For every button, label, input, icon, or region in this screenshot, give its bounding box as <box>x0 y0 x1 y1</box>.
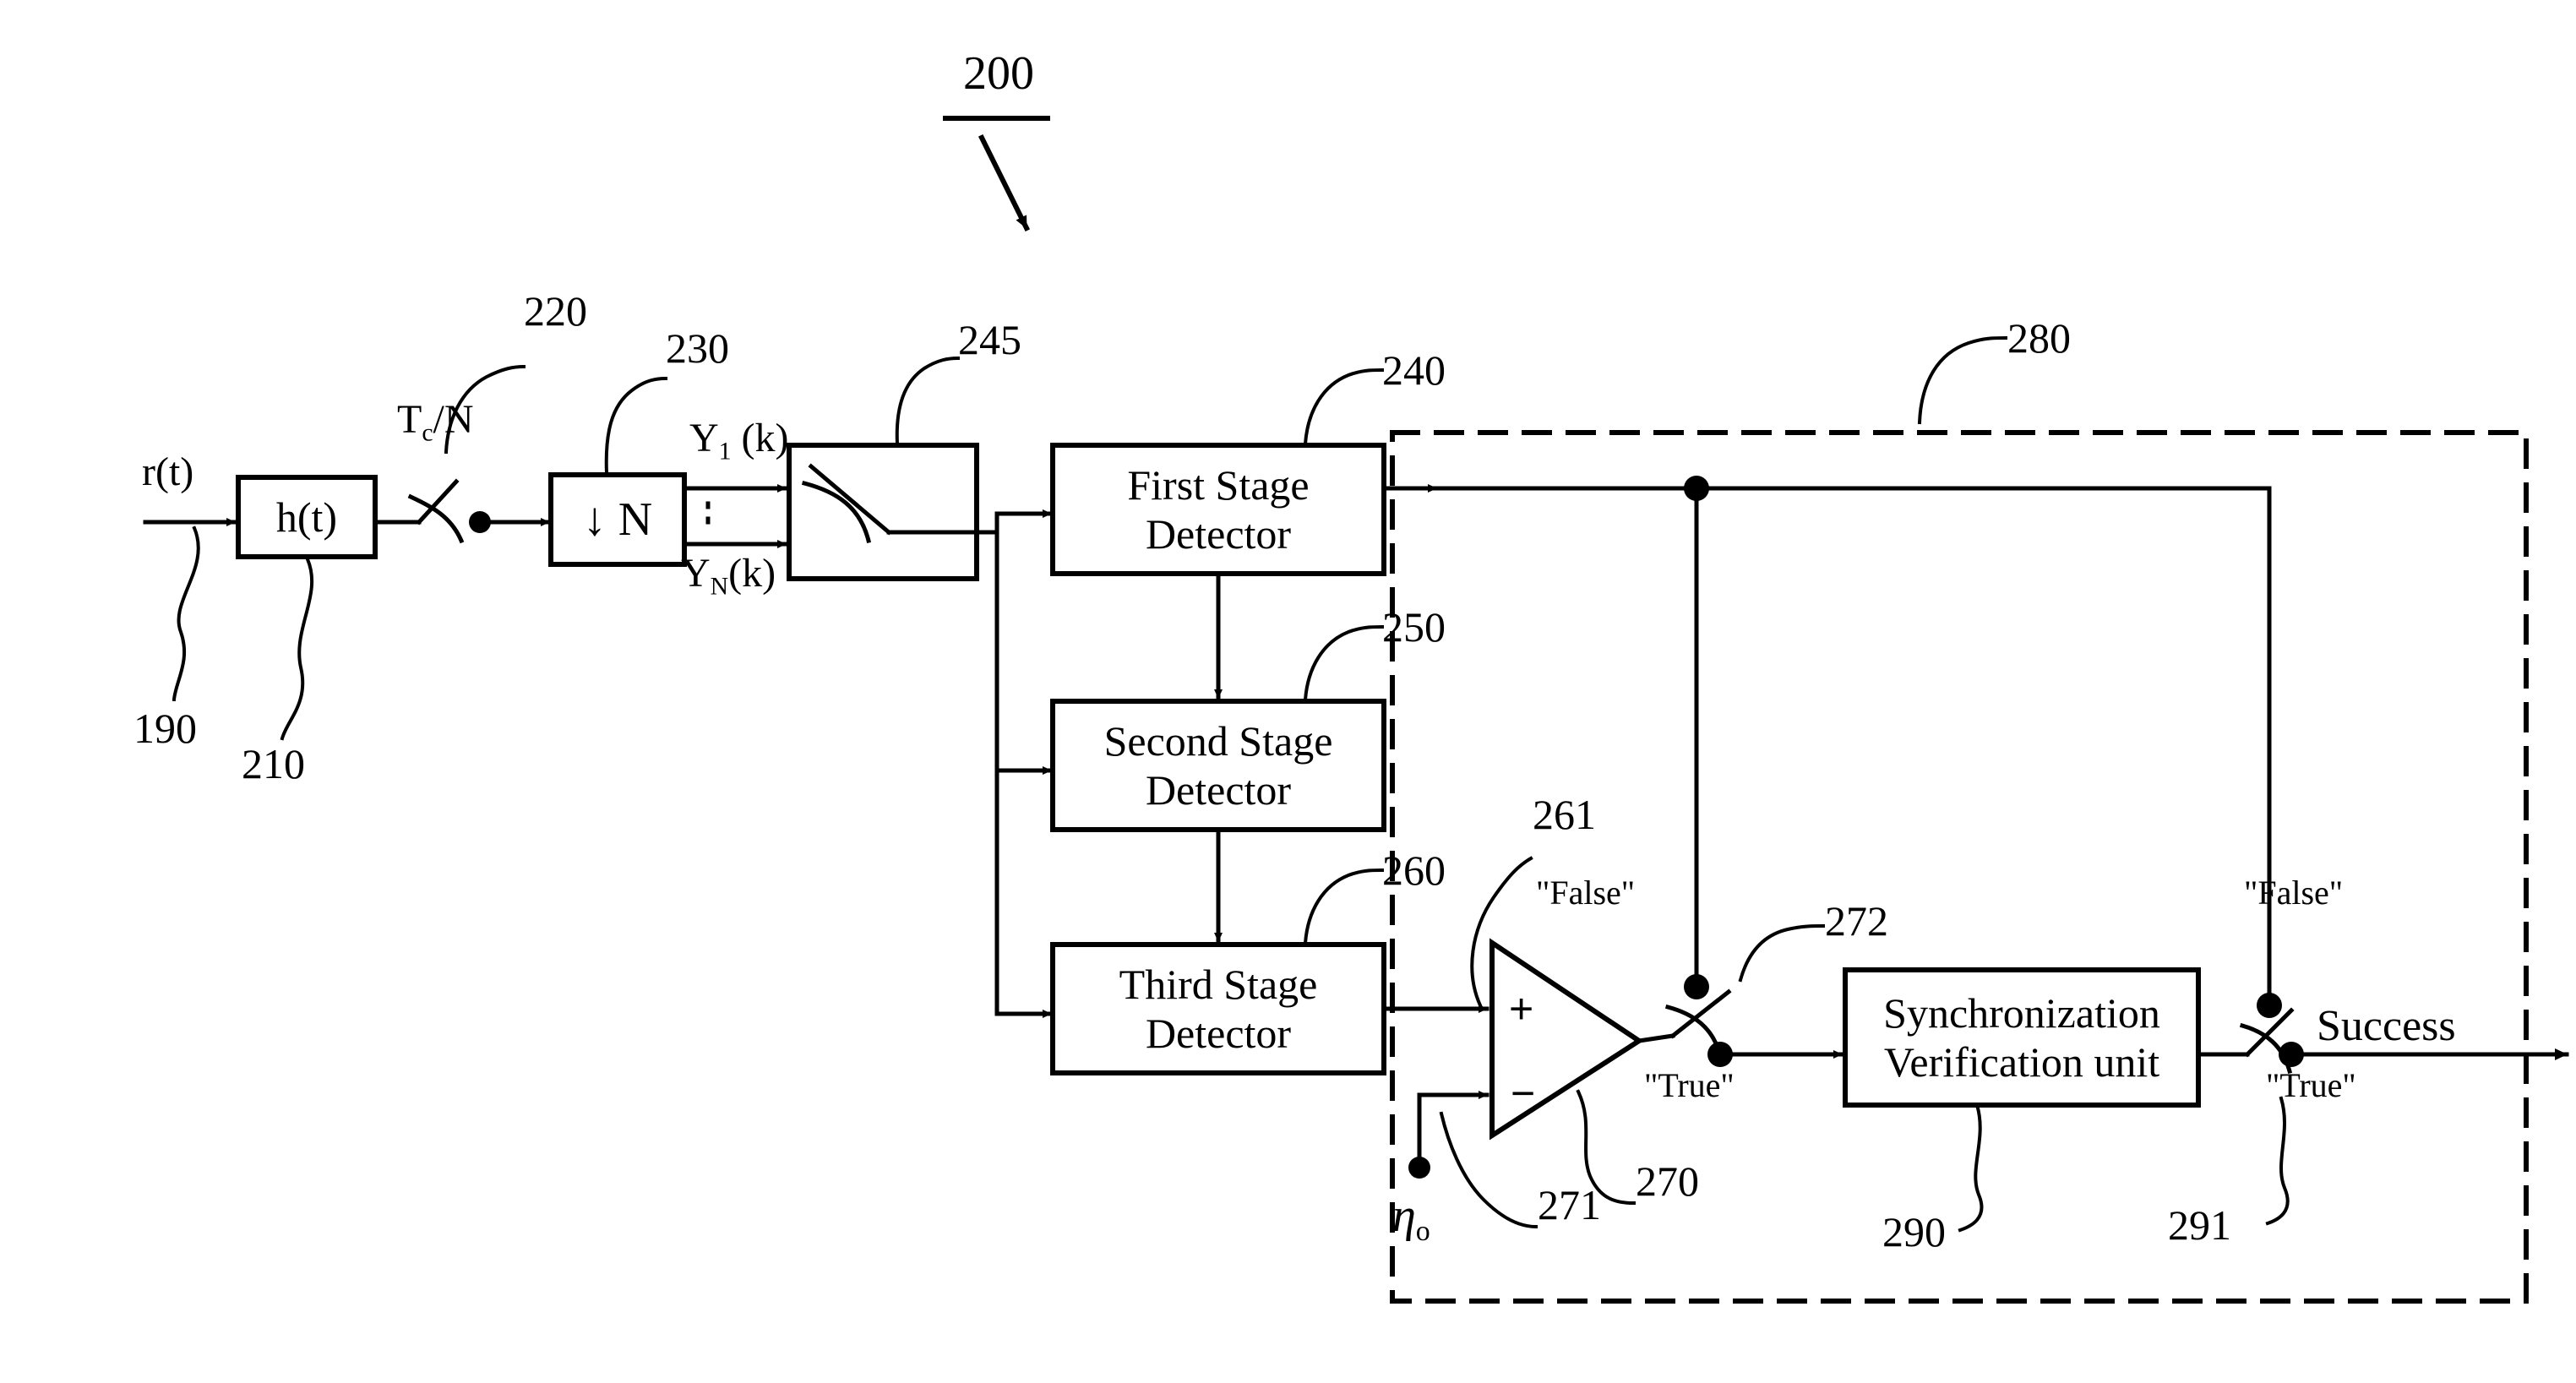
branch-label-last: YN(k) <box>681 551 776 601</box>
branch-last-sub: N <box>710 572 729 601</box>
sample-rate-main: T <box>397 397 422 442</box>
sample-rate-label: Tc/N <box>397 397 474 447</box>
branch-last-tail: (k) <box>728 551 776 596</box>
ref-220: 220 <box>524 287 587 335</box>
ref-272: 272 <box>1825 897 1888 945</box>
third-stage-block-label: Third Stage Detector <box>1053 945 1384 1073</box>
branch-first-main: Y <box>689 416 719 460</box>
first-stage-line2: Detector <box>1145 510 1292 558</box>
leader-260 <box>1303 868 1385 945</box>
verify-true-label: "True" <box>2266 1066 2356 1104</box>
sync-verify-line1: Synchronization <box>1883 989 2160 1037</box>
filter-block-label: h(t) <box>275 493 338 541</box>
ref-261: 261 <box>1533 791 1596 838</box>
sample-rate-sub: c <box>422 418 433 447</box>
leader-261 <box>1470 856 1533 1008</box>
sample-rate-tail: /N <box>433 397 474 442</box>
ref-245: 245 <box>958 316 1021 363</box>
sync-verify-line2: Verification unit <box>1883 1038 2160 1086</box>
comparator-plus-sign: + <box>1509 985 1534 1032</box>
third-stage-line1: Third Stage <box>1119 961 1318 1008</box>
ref-260: 260 <box>1382 847 1446 894</box>
leader-250 <box>1303 624 1385 702</box>
branch-last-main: Y <box>681 551 711 596</box>
ref-291: 291 <box>2168 1201 2231 1249</box>
leader-230 <box>604 376 668 476</box>
second-stage-line2: Detector <box>1145 766 1292 814</box>
decision-true-label: "True" <box>1644 1066 1735 1104</box>
ref-290: 290 <box>1882 1208 1946 1255</box>
threshold-label: ηo <box>1392 1191 1430 1247</box>
downsampler-block-label: ↓ N <box>582 493 653 546</box>
ref-280: 280 <box>2007 314 2071 362</box>
leader-271 <box>1439 1111 1539 1229</box>
leader-280 <box>1917 335 2008 425</box>
figure-number-pointer <box>978 133 1031 232</box>
selector-block-outline <box>787 443 979 581</box>
leader-272 <box>1738 923 1826 983</box>
ref-240: 240 <box>1382 346 1446 394</box>
first-stage-block-label: First Stage Detector <box>1053 445 1384 574</box>
ref-271: 271 <box>1538 1181 1601 1228</box>
comparator-minus-sign: − <box>1511 1070 1536 1117</box>
leader-240 <box>1303 368 1385 446</box>
figure-linework <box>143 116 2569 1304</box>
branch-label-first: Y1 (k) <box>689 417 789 465</box>
selector-contact-arc <box>801 480 872 544</box>
ref-270: 270 <box>1636 1157 1699 1205</box>
leader-210 <box>280 557 314 741</box>
dashed-boundary-280 <box>1390 430 2529 1304</box>
leader-190 <box>172 525 200 702</box>
patent-figure-200: 200 r(t) 190 h(t) 210 Tc/N 220 ↓ N 230 Y… <box>0 0 2576 1383</box>
third-stage-line2: Detector <box>1145 1010 1292 1057</box>
ref-250: 250 <box>1382 603 1446 651</box>
leader-245 <box>895 356 961 446</box>
branch-first-sub: 1 <box>718 437 732 466</box>
ref-210: 210 <box>242 740 305 787</box>
ref-230: 230 <box>666 324 729 372</box>
feedback-bus-junction-dot <box>1684 476 1709 501</box>
decision-false-label: "False" <box>1536 874 1636 912</box>
second-stage-line1: Second Stage <box>1103 717 1333 765</box>
threshold-subscript: o <box>1415 1215 1430 1247</box>
ref-190: 190 <box>133 705 197 752</box>
leader-290 <box>1958 1103 1984 1233</box>
threshold-symbol: η <box>1392 1190 1416 1242</box>
sync-verify-block-label: Synchronization Verification unit <box>1845 970 2198 1105</box>
first-stage-line1: First Stage <box>1127 461 1310 509</box>
input-signal-label: r(t) <box>142 449 194 494</box>
figure-number: 200 <box>963 47 1034 100</box>
second-stage-block-label: Second Stage Detector <box>1053 701 1384 830</box>
leader-291 <box>2265 1096 2290 1226</box>
selector-blade <box>808 463 892 536</box>
success-output-label: Success <box>2317 1002 2456 1050</box>
verify-false-label: "False" <box>2244 874 2344 912</box>
comparator-out-stub <box>1637 1033 1675 1043</box>
branch-first-tail: (k) <box>741 416 789 460</box>
